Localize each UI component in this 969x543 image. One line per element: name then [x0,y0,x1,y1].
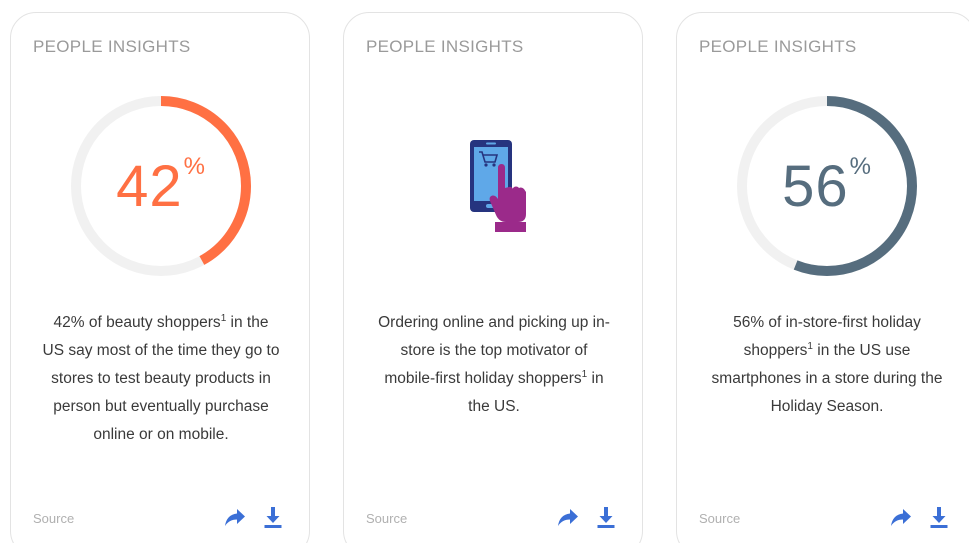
card-actions [556,505,620,531]
insight-card-1[interactable]: PEOPLE INSIGHTS 42% 42% of beauty shoppe… [10,12,310,543]
card-eyebrow: PEOPLE INSIGHTS [33,37,191,56]
card-eyebrow: PEOPLE INSIGHTS [366,37,524,56]
stat-unit: % [183,153,206,180]
stat-number: 56 [782,153,849,219]
insight-description: Ordering online and picking up in-store … [374,309,614,421]
mobile-shopping-cart-hand-icon [468,138,538,233]
source-link[interactable]: Source [33,511,74,526]
share-arrow-icon[interactable] [556,505,580,529]
insight-card-3[interactable]: PEOPLE INSIGHTS 56% 56% of in-store-firs… [676,12,969,543]
insight-description: 42% of beauty shoppers1 in the US say mo… [41,309,281,449]
stat-value: 42% [66,91,256,281]
card-actions [223,505,287,531]
download-icon[interactable] [927,505,951,529]
description-text: Ordering online and picking up in-store … [378,314,610,387]
insights-carousel: PEOPLE INSIGHTS 42% 42% of beauty shoppe… [0,0,969,543]
download-icon[interactable] [594,505,618,529]
download-icon[interactable] [261,505,285,529]
stat-ring-56: 56% [732,91,922,281]
stat-unit: % [849,153,872,180]
stat-ring-42: 42% [66,91,256,281]
insight-card-2[interactable]: PEOPLE INSIGHTS Ordering online and pick… [343,12,643,543]
stat-number: 42 [116,153,183,219]
insight-description: 56% of in-store-first holiday shoppers1 … [707,309,947,421]
source-link[interactable]: Source [366,511,407,526]
description-text-cont: in the US say most of the time they go t… [42,314,280,443]
description-text: 42% of beauty shoppers [53,314,221,331]
share-arrow-icon[interactable] [889,505,913,529]
share-arrow-icon[interactable] [223,505,247,529]
card-actions [889,505,953,531]
source-link[interactable]: Source [699,511,740,526]
card-eyebrow: PEOPLE INSIGHTS [699,37,857,56]
stat-value: 56% [732,91,922,281]
